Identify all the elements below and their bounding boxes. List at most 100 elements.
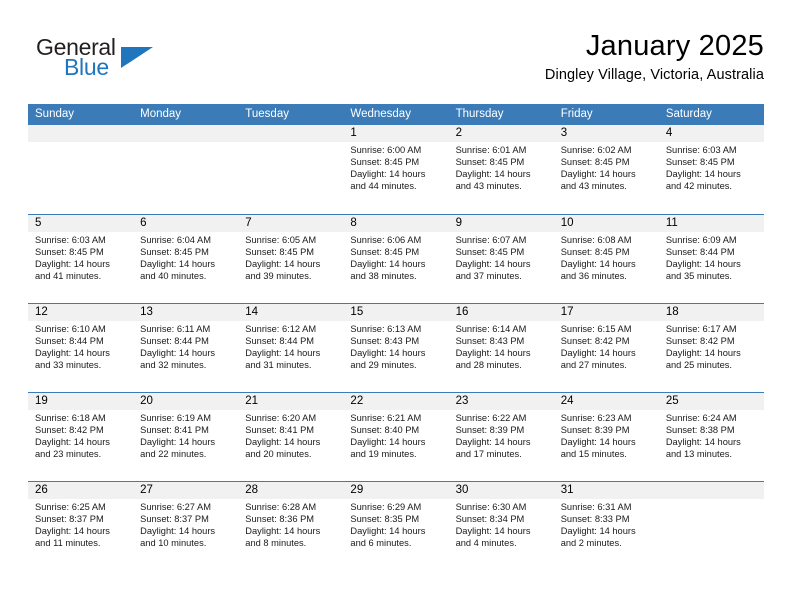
sunset-time: Sunset: 8:36 PM bbox=[245, 514, 315, 525]
day-cell[interactable]: 17 Sunrise: 6:15 AM Sunset: 8:42 PM Dayligh… bbox=[553, 304, 659, 392]
day-cell[interactable]: 22 Sunrise: 6:21 AM Sunset: 8:40 PM Dayligh… bbox=[343, 393, 449, 481]
sunset-time: Sunset: 8:45 PM bbox=[350, 247, 420, 258]
sunrise-time: Sunrise: 6:05 AM bbox=[245, 235, 317, 245]
daylight-duration-line2: and 17 minutes. bbox=[455, 449, 522, 460]
day-sun-info: Sunrise: 6:18 AM Sunset: 8:42 PM Daylight:… bbox=[28, 410, 133, 460]
day-cell[interactable]: 16 Sunrise: 6:14 AM Sunset: 8:43 PM Dayligh… bbox=[448, 304, 554, 392]
day-cell[interactable]: 11 Sunrise: 6:09 AM Sunset: 8:44 PM Dayligh… bbox=[658, 215, 764, 303]
day-cell[interactable]: 31 Sunrise: 6:31 AM Sunset: 8:33 PM Dayligh… bbox=[553, 482, 659, 570]
day-cell[interactable]: 30 Sunrise: 6:30 AM Sunset: 8:34 PM Dayligh… bbox=[448, 482, 554, 570]
sunset-time: Sunset: 8:41 PM bbox=[140, 425, 209, 436]
daylight-duration-line1: Daylight: 14 hours bbox=[665, 259, 741, 270]
day-sun-info: Sunrise: 6:10 AM Sunset: 8:44 PM Daylight:… bbox=[28, 321, 133, 371]
day-sun-info: Sunrise: 6:17 AM Sunset: 8:42 PM Daylight:… bbox=[659, 321, 764, 371]
day-cell[interactable]: 3 Sunrise: 6:02 AM Sunset: 8:45 PM Daylight… bbox=[553, 125, 659, 214]
day-cell[interactable]: 26 Sunrise: 6:25 AM Sunset: 8:37 PM Dayligh… bbox=[28, 482, 134, 570]
day-cell[interactable]: 2 Sunrise: 6:01 AM Sunset: 8:45 PM Daylight… bbox=[448, 125, 554, 214]
day-number: 14 bbox=[238, 304, 344, 321]
day-cell[interactable]: 25 Sunrise: 6:24 AM Sunset: 8:38 PM Dayligh… bbox=[658, 393, 764, 481]
daylight-duration-line1: Daylight: 14 hours bbox=[140, 259, 216, 270]
daylight-duration-line2: and 33 minutes. bbox=[35, 360, 102, 371]
sunset-time: Sunset: 8:41 PM bbox=[245, 425, 315, 436]
day-number: 1 bbox=[343, 125, 449, 142]
daylight-duration-line2: and 6 minutes. bbox=[350, 538, 412, 549]
daylight-duration-line1: Daylight: 14 hours bbox=[560, 259, 636, 270]
day-number bbox=[658, 482, 764, 499]
daylight-duration-line2: and 36 minutes. bbox=[560, 271, 627, 282]
day-cell[interactable]: 23 Sunrise: 6:22 AM Sunset: 8:39 PM Dayligh… bbox=[448, 393, 554, 481]
day-number: 7 bbox=[238, 215, 344, 232]
day-cell[interactable]: 19 Sunrise: 6:18 AM Sunset: 8:42 PM Dayligh… bbox=[28, 393, 134, 481]
day-sun-info: Sunrise: 6:09 AM Sunset: 8:44 PM Daylight:… bbox=[659, 232, 764, 282]
daylight-duration-line2: and 15 minutes. bbox=[560, 449, 627, 460]
day-cell[interactable]: 12 Sunrise: 6:10 AM Sunset: 8:44 PM Dayligh… bbox=[28, 304, 134, 392]
day-sun-info: Sunrise: 6:22 AM Sunset: 8:39 PM Daylight:… bbox=[449, 410, 554, 460]
day-cell[interactable]: 4 Sunrise: 6:03 AM Sunset: 8:45 PM Daylight… bbox=[658, 125, 764, 214]
daylight-duration-line2: and 28 minutes. bbox=[455, 360, 522, 371]
sunset-time: Sunset: 8:35 PM bbox=[350, 514, 420, 525]
day-cell[interactable]: 28 Sunrise: 6:28 AM Sunset: 8:36 PM Dayligh… bbox=[238, 482, 344, 570]
daylight-duration-line2: and 20 minutes. bbox=[245, 449, 312, 460]
general-blue-logo: General Blue bbox=[28, 32, 258, 88]
day-number: 3 bbox=[553, 125, 659, 142]
daylight-duration-line1: Daylight: 14 hours bbox=[560, 348, 636, 359]
sunrise-time: Sunrise: 6:29 AM bbox=[350, 502, 422, 512]
day-number: 26 bbox=[28, 482, 134, 499]
day-cell[interactable]: 13 Sunrise: 6:11 AM Sunset: 8:44 PM Dayligh… bbox=[133, 304, 239, 392]
weekday-header-monday: Monday bbox=[140, 108, 182, 120]
day-cell[interactable]: 14 Sunrise: 6:12 AM Sunset: 8:44 PM Dayligh… bbox=[238, 304, 344, 392]
day-sun-info: Sunrise: 6:28 AM Sunset: 8:36 PM Daylight:… bbox=[238, 499, 343, 549]
daylight-duration-line1: Daylight: 14 hours bbox=[245, 348, 321, 359]
day-cell[interactable]: 5 Sunrise: 6:03 AM Sunset: 8:45 PM Daylight… bbox=[28, 215, 134, 303]
page-header: General Blue January 2025 Dingley Villag… bbox=[28, 28, 764, 94]
daylight-duration-line2: and 43 minutes. bbox=[455, 181, 522, 192]
sunset-time: Sunset: 8:45 PM bbox=[245, 247, 315, 258]
day-number: 20 bbox=[133, 393, 239, 410]
sunrise-time: Sunrise: 6:12 AM bbox=[245, 324, 317, 334]
sunrise-time: Sunrise: 6:15 AM bbox=[560, 324, 632, 334]
page-subtitle: Dingley Village, Victoria, Australia bbox=[544, 67, 764, 83]
day-cell[interactable]: 9 Sunrise: 6:07 AM Sunset: 8:45 PM Daylight… bbox=[448, 215, 554, 303]
calendar-grid: Sunday Monday Tuesday Wednesday Thursday Frid… bbox=[28, 104, 764, 570]
day-cell[interactable]: 21 Sunrise: 6:20 AM Sunset: 8:41 PM Dayligh… bbox=[238, 393, 344, 481]
sunset-time: Sunset: 8:45 PM bbox=[350, 157, 420, 168]
calendar-week-row: 19 Sunrise: 6:18 AM Sunset: 8:42 PM Dayligh… bbox=[28, 392, 764, 481]
sunrise-time: Sunrise: 6:08 AM bbox=[560, 235, 632, 245]
daylight-duration-line1: Daylight: 14 hours bbox=[455, 348, 531, 359]
sunrise-time: Sunrise: 6:25 AM bbox=[35, 502, 106, 512]
day-cell[interactable]: 8 Sunrise: 6:06 AM Sunset: 8:45 PM Daylight… bbox=[343, 215, 449, 303]
page-title: January 2025 bbox=[585, 30, 764, 62]
day-cell[interactable]: 18 Sunrise: 6:17 AM Sunset: 8:42 PM Dayligh… bbox=[658, 304, 764, 392]
day-cell[interactable]: 15 Sunrise: 6:13 AM Sunset: 8:43 PM Dayligh… bbox=[343, 304, 449, 392]
day-number: 28 bbox=[238, 482, 344, 499]
sunrise-time: Sunrise: 6:03 AM bbox=[35, 235, 106, 245]
daylight-duration-line1: Daylight: 14 hours bbox=[35, 348, 110, 359]
daylight-duration-line2: and 35 minutes. bbox=[665, 271, 732, 282]
daylight-duration-line2: and 32 minutes. bbox=[140, 360, 207, 371]
day-cell[interactable]: 20 Sunrise: 6:19 AM Sunset: 8:41 PM Dayligh… bbox=[133, 393, 239, 481]
day-cell[interactable]: 6 Sunrise: 6:04 AM Sunset: 8:45 PM Daylight… bbox=[133, 215, 239, 303]
sunrise-time: Sunrise: 6:01 AM bbox=[455, 145, 527, 155]
weekday-header-tuesday: Tuesday bbox=[245, 108, 289, 120]
sunrise-time: Sunrise: 6:31 AM bbox=[560, 502, 632, 512]
sunset-time: Sunset: 8:45 PM bbox=[455, 157, 525, 168]
day-cell[interactable]: 1 Sunrise: 6:00 AM Sunset: 8:45 PM Daylight… bbox=[343, 125, 449, 214]
day-cell[interactable]: 27 Sunrise: 6:27 AM Sunset: 8:37 PM Dayligh… bbox=[133, 482, 239, 570]
daylight-duration-line1: Daylight: 14 hours bbox=[35, 437, 110, 448]
daylight-duration-line1: Daylight: 14 hours bbox=[140, 526, 216, 537]
day-cell[interactable]: 24 Sunrise: 6:23 AM Sunset: 8:39 PM Dayligh… bbox=[553, 393, 659, 481]
day-number bbox=[133, 125, 239, 142]
day-cell[interactable]: 10 Sunrise: 6:08 AM Sunset: 8:45 PM Dayligh… bbox=[553, 215, 659, 303]
weekday-header-row: Sunday Monday Tuesday Wednesday Thursday Frid… bbox=[28, 104, 764, 125]
day-cell-empty bbox=[28, 125, 134, 214]
day-cell[interactable]: 7 Sunrise: 6:05 AM Sunset: 8:45 PM Daylight… bbox=[238, 215, 344, 303]
day-cell[interactable]: 29 Sunrise: 6:29 AM Sunset: 8:35 PM Dayligh… bbox=[343, 482, 449, 570]
daylight-duration-line1: Daylight: 14 hours bbox=[350, 169, 426, 180]
sunrise-time: Sunrise: 6:18 AM bbox=[35, 413, 106, 423]
daylight-duration-line1: Daylight: 14 hours bbox=[140, 437, 216, 448]
daylight-duration-line2: and 41 minutes. bbox=[35, 271, 102, 282]
sunset-time: Sunset: 8:45 PM bbox=[140, 247, 209, 258]
day-number: 2 bbox=[448, 125, 554, 142]
sunrise-time: Sunrise: 6:17 AM bbox=[665, 324, 737, 334]
day-number: 24 bbox=[553, 393, 659, 410]
